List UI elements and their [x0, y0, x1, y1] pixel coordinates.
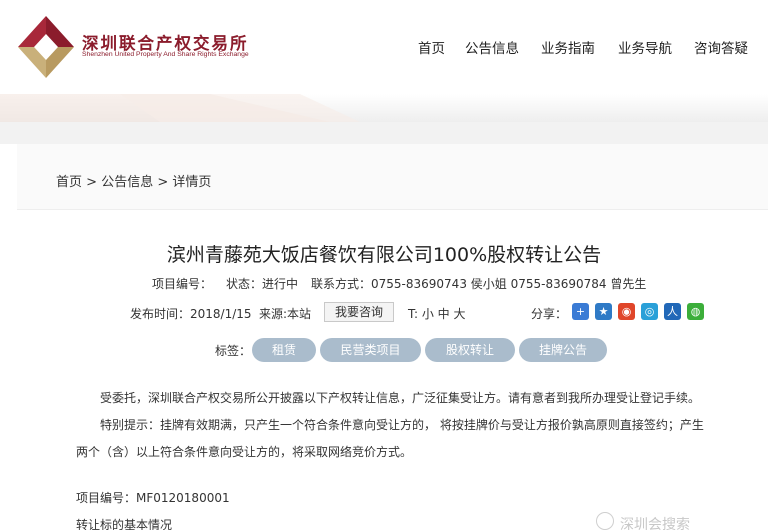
wechat-share-icon[interactable]: ◍ [687, 303, 704, 320]
tag-lease[interactable]: 租赁 [252, 338, 316, 362]
watermark-text: 深圳会搜索 [620, 517, 690, 530]
nav-business-guide[interactable]: 业务指南 [541, 37, 595, 57]
site-header: 深圳联合产权交易所 Shenzhen United Property And S… [0, 0, 768, 94]
breadcrumb-separator: > [157, 175, 169, 190]
breadcrumb-home[interactable]: 首页 [56, 175, 82, 190]
nav-announcements[interactable]: 公告信息 [465, 37, 519, 57]
body-paragraph-1: 受委托，深圳联合产权交易所公开披露以下产权转让信息，广泛征集受让方。请有意者到我… [100, 391, 701, 405]
share-label: 分享： [531, 307, 568, 321]
logo-english-name: Shenzhen United Property And Share Right… [82, 51, 249, 58]
body-paragraph-2-line-1: 特别提示：挂牌有效期满，只产生一个符合条件意向受让方的， 将按挂牌价与受让方报价… [100, 418, 704, 432]
breadcrumb: 首页 > 公告信息 > 详情页 [56, 171, 211, 190]
nav-home[interactable]: 首页 [418, 37, 445, 57]
publish-time: 发布时间：2018/1/15 [130, 307, 252, 321]
contact-info: 联系方式：0755-83690743 侯小姐 0755-83690784 曾先生 [311, 277, 647, 291]
status-text: 状态：进行中 [226, 277, 299, 291]
breadcrumb-announcements[interactable]: 公告信息 [101, 175, 153, 190]
tag-private-project[interactable]: 民营类项目 [320, 338, 421, 362]
weibo-share-icon[interactable]: ◉ [618, 303, 635, 320]
tencent-weibo-share-icon[interactable]: ◎ [641, 303, 658, 320]
article-title: 滨州青藤苑大饭店餐饮有限公司100%股权转让公告 [166, 244, 602, 266]
breadcrumb-separator: > [86, 175, 98, 190]
ask-question-button[interactable]: 我要咨询 [324, 302, 394, 322]
body-paragraph-2-line-2: 两个（含）以上符合条件意向受让方的，将采取网络竞价方式。 [76, 445, 413, 459]
star-share-icon[interactable]: ★ [595, 303, 612, 320]
nav-consultation[interactable]: 咨询答疑 [694, 37, 748, 57]
project-number: 项目编号：MF0120180001 [76, 491, 230, 505]
project-number-label: 项目编号： [152, 277, 213, 291]
watermark-logo-icon [596, 512, 614, 530]
font-size-switcher[interactable]: T: 小 中 大 [408, 305, 466, 322]
breadcrumb-current: 详情页 [172, 175, 212, 190]
tag-listing-announcement[interactable]: 挂牌公告 [519, 338, 607, 362]
source-text: 来源:本站 [259, 307, 312, 321]
renren-share-icon[interactable]: 人 [664, 303, 681, 320]
plus-share-icon[interactable]: + [572, 303, 589, 320]
tag-equity-transfer[interactable]: 股权转让 [425, 338, 515, 362]
section-basic-info-heading: 转让标的基本情况 [76, 518, 173, 530]
logo-icon[interactable] [18, 16, 74, 78]
nav-business-navigation[interactable]: 业务导航 [618, 37, 672, 57]
tags-label: 标签： [215, 344, 252, 358]
background-band [0, 122, 768, 144]
banner-image [0, 94, 768, 122]
